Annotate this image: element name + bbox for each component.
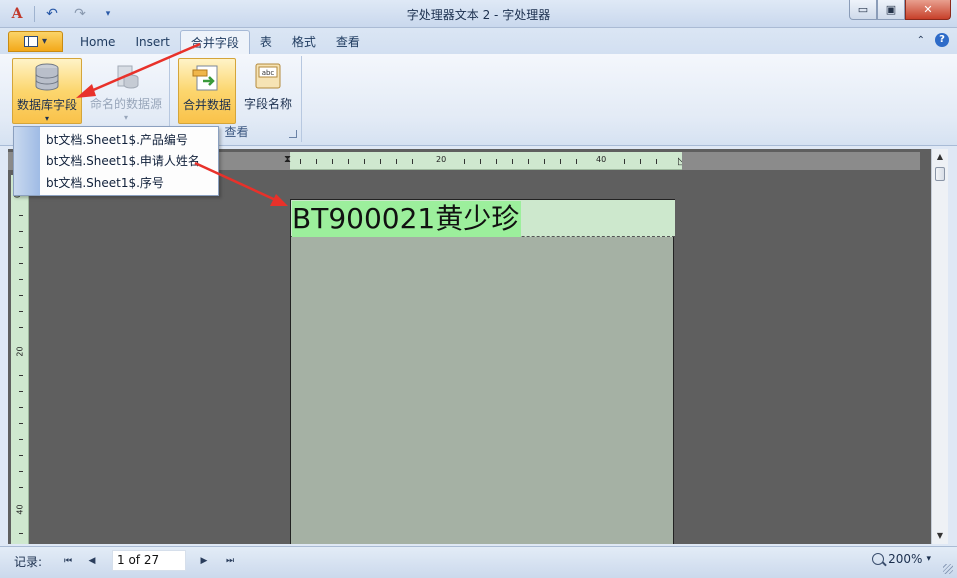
merged-field-value[interactable]: BT900021黄少珍 <box>292 201 522 237</box>
database-field-dropdown: bt文档.Sheet1$.产品编号 bt文档.Sheet1$.申请人姓名 bt文… <box>13 126 219 196</box>
status-bar: 记录: ⏮ ◀ 1 of 27 ▶ ⏭ 200% ▾ <box>0 546 957 578</box>
record-position-input[interactable]: 1 of 27 <box>112 550 186 571</box>
zoom-level: 200% <box>888 552 923 566</box>
indent-marker-icon[interactable]: ⧗ <box>284 154 291 165</box>
dropdown-gutter <box>14 127 40 195</box>
restore-button[interactable]: ▣ <box>877 0 905 20</box>
tab-table[interactable]: 表 <box>250 30 282 54</box>
dropdown-item-applicant-name[interactable]: bt文档.Sheet1$.申请人姓名 <box>46 151 200 171</box>
tab-view[interactable]: 查看 <box>326 30 370 54</box>
title-bar: A ↶ ↷ ▾ 字处理器文本 2 - 字处理器 ▭ ▣ ✕ <box>0 0 957 28</box>
chevron-down-icon: ▾ <box>44 114 49 123</box>
scroll-down-icon[interactable]: ▼ <box>932 528 948 544</box>
document-icon <box>23 36 38 47</box>
application-menu-button[interactable]: ▾ <box>8 31 63 52</box>
named-datasource-label: 命名的数据源 <box>89 97 162 111</box>
previous-record-icon[interactable]: ◀ <box>84 553 100 569</box>
record-label: 记录: <box>14 555 43 569</box>
ribbon-tabs: Home Insert 合并字段 表 格式 查看 <box>70 30 370 54</box>
first-record-icon[interactable]: ⏮ <box>60 553 76 569</box>
zoom-icon <box>872 553 885 565</box>
field-names-button[interactable]: abc 字段名称 <box>240 58 296 124</box>
tab-format[interactable]: 格式 <box>282 30 326 54</box>
svg-text:abc: abc <box>262 69 275 77</box>
chevron-down-icon: ▾ <box>41 36 48 47</box>
ruler-margin-right <box>682 152 920 170</box>
dropdown-item-serial-number[interactable]: bt文档.Sheet1$.序号 <box>46 173 164 193</box>
minimize-ribbon-icon[interactable]: ⌃ <box>917 35 925 46</box>
vertical-ruler[interactable]: 0 20 40 <box>11 175 29 544</box>
scroll-thumb[interactable] <box>935 167 945 181</box>
ruler-label: 40 <box>15 504 25 515</box>
resize-grip-icon[interactable] <box>943 564 953 574</box>
tab-insert[interactable]: Insert <box>125 30 179 54</box>
ruler-label: 40 <box>596 155 607 164</box>
dialog-launcher-icon[interactable] <box>289 130 297 138</box>
tab-merge-fields[interactable]: 合并字段 <box>179 30 250 54</box>
merge-data-button[interactable]: 合并数据 <box>178 58 236 124</box>
window-controls: ▭ ▣ ✕ <box>849 0 951 20</box>
document-workspace: ⧗ 20 40 ◺ 0 20 40 BT900021黄少珍 ▲ <box>8 149 948 544</box>
ruler-label: 20 <box>436 155 447 164</box>
merge-data-icon <box>192 65 218 91</box>
vertical-scrollbar[interactable]: ▲ ▼ <box>931 149 948 544</box>
field-names-icon: abc <box>255 63 281 89</box>
zoom-control[interactable]: 200% ▾ <box>872 552 931 566</box>
minimize-button[interactable]: ▭ <box>849 0 877 20</box>
named-datasource-button[interactable]: 命名的数据源 ▾ <box>86 58 166 124</box>
ruler-label: 20 <box>15 346 25 357</box>
next-record-icon[interactable]: ▶ <box>196 553 212 569</box>
merge-data-label: 合并数据 <box>182 98 231 112</box>
ribbon-tab-row: ▾ Home Insert 合并字段 表 格式 查看 ⌃ ? <box>0 28 957 54</box>
document-page[interactable]: BT900021黄少珍 <box>290 199 675 544</box>
database-field-label: 数据库字段 <box>16 98 77 112</box>
close-button[interactable]: ✕ <box>905 0 951 20</box>
dropdown-item-product-code[interactable]: bt文档.Sheet1$.产品编号 <box>46 130 188 150</box>
field-names-label: 字段名称 <box>243 97 292 111</box>
horizontal-ruler[interactable]: ⧗ 20 40 ◺ <box>284 152 686 170</box>
database-icon <box>35 63 59 91</box>
tab-row-icons: ⌃ ? <box>917 33 949 47</box>
help-icon[interactable]: ? <box>935 33 949 47</box>
named-datasource-icon <box>117 65 139 89</box>
chevron-down-icon: ▾ <box>123 113 128 122</box>
chevron-down-icon: ▾ <box>926 554 931 564</box>
tab-home[interactable]: Home <box>70 30 125 54</box>
scroll-up-icon[interactable]: ▲ <box>932 149 948 165</box>
window-title: 字处理器文本 2 - 字处理器 <box>406 8 551 22</box>
merge-field-line[interactable]: BT900021黄少珍 <box>291 199 675 237</box>
database-field-button[interactable]: 数据库字段 ▾ <box>12 58 82 124</box>
last-record-icon[interactable]: ⏭ <box>222 553 238 569</box>
